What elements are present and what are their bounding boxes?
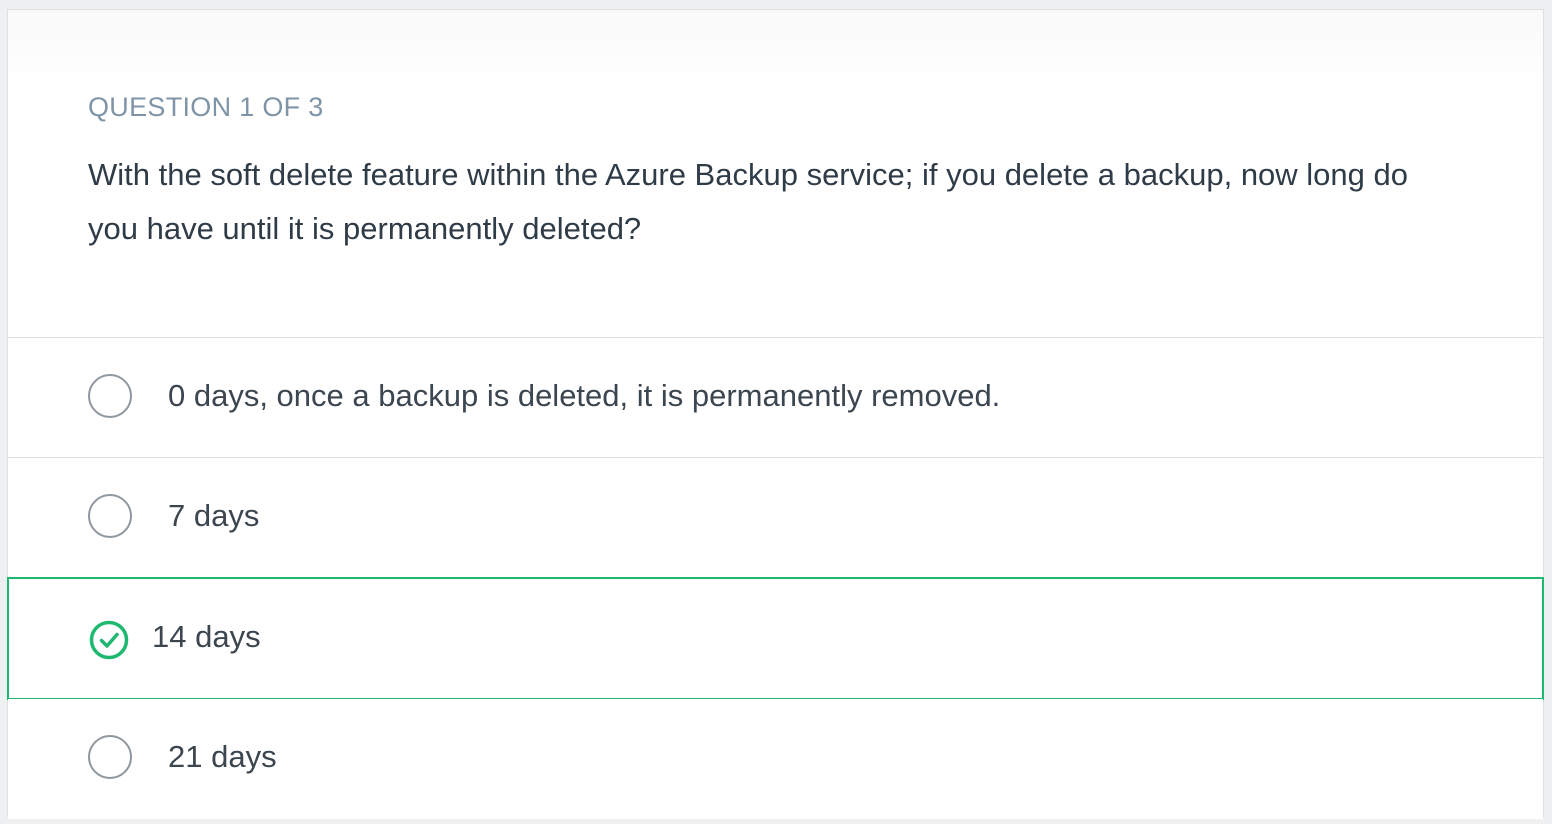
question-counter: QUESTION 1 OF 3 — [88, 92, 324, 122]
answer-option-3-correct[interactable]: 14 days — [7, 577, 1544, 700]
radio-circle-icon[interactable] — [88, 494, 132, 538]
answer-option-label: 14 days — [152, 619, 261, 654]
question-text: With the soft delete feature within the … — [88, 157, 1408, 246]
check-circle-icon — [89, 620, 129, 660]
answer-option-label: 0 days, once a backup is deleted, it is … — [168, 378, 1001, 413]
question-panel: QUESTION 1 OF 3 With the soft delete fea… — [8, 10, 1543, 338]
radio-circle-icon[interactable] — [88, 374, 132, 418]
answer-option-label: 21 days — [168, 739, 277, 774]
answer-option-1[interactable]: 0 days, once a backup is deleted, it is … — [8, 338, 1543, 458]
answer-option-4[interactable]: 21 days — [8, 699, 1543, 819]
radio-circle-icon[interactable] — [88, 735, 132, 779]
answer-option-label: 7 days — [168, 498, 260, 533]
answer-option-2[interactable]: 7 days — [8, 458, 1543, 578]
quiz-card: QUESTION 1 OF 3 With the soft delete fea… — [7, 9, 1544, 819]
